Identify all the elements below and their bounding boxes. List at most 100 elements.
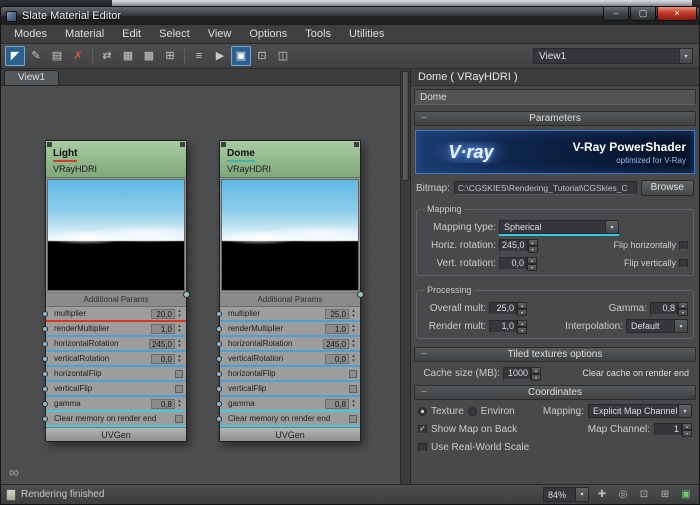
- node-param-row[interactable]: Clear memory on render end: [42, 412, 186, 427]
- input-socket[interactable]: [42, 355, 48, 362]
- spinner-value[interactable]: 245,0: [499, 238, 528, 252]
- close-button[interactable]: ×: [657, 7, 697, 21]
- spinner-arrows-icon[interactable]: [527, 256, 537, 271]
- node-param-row[interactable]: horizontalRotation 245,0: [216, 337, 360, 352]
- spinner-arrows-icon[interactable]: [527, 238, 538, 253]
- browse-button[interactable]: Browse: [640, 180, 694, 196]
- param-checkbox[interactable]: [175, 369, 183, 378]
- node-param-row[interactable]: multiplier 20,0: [42, 307, 186, 322]
- spinner-icon[interactable]: [176, 398, 183, 409]
- align-nodes-button[interactable]: ≡: [189, 46, 209, 66]
- title-bar[interactable]: Slate Material Editor – ▢ ×: [1, 7, 699, 25]
- layout-all-button[interactable]: ▣: [231, 46, 251, 66]
- zoom-level-dropdown[interactable]: 84%: [543, 487, 589, 502]
- spinner-value[interactable]: 25,0: [489, 301, 517, 315]
- material-preview-button[interactable]: ◫: [273, 46, 293, 66]
- rollout-coordinates[interactable]: Coordinates: [414, 385, 696, 400]
- clear-cache-button[interactable]: Clear cache on render end: [579, 367, 692, 379]
- input-socket[interactable]: [216, 400, 222, 407]
- spinner-arrows-icon[interactable]: [517, 301, 527, 316]
- spinner-icon[interactable]: [350, 323, 357, 334]
- gamma-spinner[interactable]: 0,8: [650, 301, 688, 316]
- render-mult-spinner[interactable]: 1,0: [489, 319, 527, 334]
- input-socket[interactable]: [216, 340, 222, 347]
- use-real-world-scale-checkbox[interactable]: [418, 442, 427, 452]
- input-socket[interactable]: [42, 415, 48, 422]
- param-value-field[interactable]: 0,0: [325, 353, 349, 364]
- node-view-scrollbar[interactable]: [400, 69, 410, 484]
- vert-rotation-spinner[interactable]: 0,0: [499, 256, 537, 271]
- node-header[interactable]: Light VRayHDRI: [46, 141, 186, 178]
- node-param-row[interactable]: verticalRotation 0,0: [216, 352, 360, 367]
- node-param-row[interactable]: multiplier 25,0: [216, 307, 360, 322]
- minimize-button[interactable]: –: [603, 7, 629, 21]
- menu-options[interactable]: Options: [240, 26, 296, 42]
- material-node-light[interactable]: Light VRayHDRI Additional Params multipl…: [42, 140, 190, 442]
- uvgen-slot[interactable]: UVGen: [220, 427, 360, 441]
- node-param-row[interactable]: verticalRotation 0,0: [42, 352, 186, 367]
- rollout-parameters[interactable]: Parameters: [414, 111, 696, 126]
- menu-modes[interactable]: Modes: [5, 26, 56, 42]
- node-param-row[interactable]: renderMultiplier 1,0: [42, 322, 186, 337]
- menu-material[interactable]: Material: [56, 26, 113, 42]
- scrollbar-thumb[interactable]: [402, 71, 409, 181]
- node-param-row[interactable]: renderMultiplier 1,0: [216, 322, 360, 337]
- param-value-field[interactable]: 1,0: [325, 323, 349, 334]
- spinner-icon[interactable]: [176, 308, 183, 319]
- material-name-field[interactable]: Dome: [414, 89, 696, 105]
- menu-utilities[interactable]: Utilities: [340, 26, 393, 42]
- spinner-icon[interactable]: [176, 323, 183, 334]
- node-param-row[interactable]: gamma 0,8: [42, 397, 186, 412]
- spinner-value[interactable]: 1,0: [489, 319, 517, 333]
- hdri-preview-image[interactable]: [47, 179, 185, 291]
- interpolation-dropdown[interactable]: Default: [626, 319, 688, 333]
- input-socket[interactable]: [42, 340, 48, 347]
- menu-select[interactable]: Select: [150, 26, 199, 42]
- param-value-field[interactable]: 0,8: [325, 398, 349, 409]
- spinner-icon[interactable]: [350, 308, 357, 319]
- param-value-field[interactable]: 0,0: [151, 353, 175, 364]
- coord-mapping-dropdown[interactable]: Explicit Map Channel: [588, 404, 692, 418]
- param-value-field[interactable]: 25,0: [325, 308, 349, 319]
- node-param-row[interactable]: horizontalFlip: [42, 367, 186, 382]
- input-socket[interactable]: [42, 385, 48, 392]
- uvgen-slot[interactable]: UVGen: [46, 427, 186, 441]
- spinner-icon[interactable]: [176, 353, 183, 364]
- snap-to-grid-button[interactable]: ⊞: [160, 46, 180, 66]
- param-checkbox[interactable]: [349, 414, 357, 423]
- node-view[interactable]: View1 Light VRayHDRI Additional Params m…: [1, 69, 400, 484]
- tab-view1[interactable]: View1: [4, 70, 60, 85]
- menu-tools[interactable]: Tools: [296, 26, 340, 42]
- zoom-extents-button[interactable]: ⊡: [252, 46, 272, 66]
- node-param-row[interactable]: verticalFlip: [42, 382, 186, 397]
- input-socket[interactable]: [42, 310, 48, 317]
- input-socket[interactable]: [216, 355, 222, 362]
- arrange-children-button[interactable]: ▶: [210, 46, 230, 66]
- move-children-button[interactable]: ⇄: [97, 46, 117, 66]
- param-value-field[interactable]: 20,0: [151, 308, 175, 319]
- overall-mult-spinner[interactable]: 25,0: [489, 301, 527, 316]
- binoculars-icon[interactable]: [9, 464, 19, 480]
- input-socket[interactable]: [42, 370, 48, 377]
- bitmap-path-field[interactable]: C:\CGSKIES\Rendering_Tutorial\CGSkies_C: [453, 181, 637, 195]
- select-tool-button[interactable]: ◤: [5, 46, 25, 66]
- spinner-arrows-icon[interactable]: [517, 319, 527, 334]
- view-selector-dropdown[interactable]: View1: [533, 48, 693, 64]
- input-socket[interactable]: [42, 400, 48, 407]
- environ-radio[interactable]: [467, 406, 477, 416]
- spinner-value[interactable]: 1: [654, 422, 682, 436]
- rollout-tiled-textures[interactable]: Tiled textures options: [414, 347, 696, 362]
- node-param-row[interactable]: horizontalFlip: [216, 367, 360, 382]
- hide-unused-nodeslots-button[interactable]: ▦: [118, 46, 138, 66]
- pan-tool-button[interactable]: ✚: [594, 487, 610, 503]
- spinner-icon[interactable]: [176, 338, 183, 349]
- spinner-value[interactable]: 0,8: [650, 301, 678, 315]
- zoom-extents-selected-button[interactable]: ▣: [678, 487, 694, 503]
- spinner-icon[interactable]: [350, 353, 357, 364]
- output-socket[interactable]: [357, 291, 364, 298]
- show-map-on-back-checkbox[interactable]: [418, 424, 427, 434]
- spinner-arrows-icon[interactable]: [678, 301, 688, 316]
- hdri-preview-image[interactable]: [221, 179, 359, 291]
- put-to-library-button[interactable]: ▤: [47, 46, 67, 66]
- zoom-tool-button[interactable]: ◎: [615, 487, 631, 503]
